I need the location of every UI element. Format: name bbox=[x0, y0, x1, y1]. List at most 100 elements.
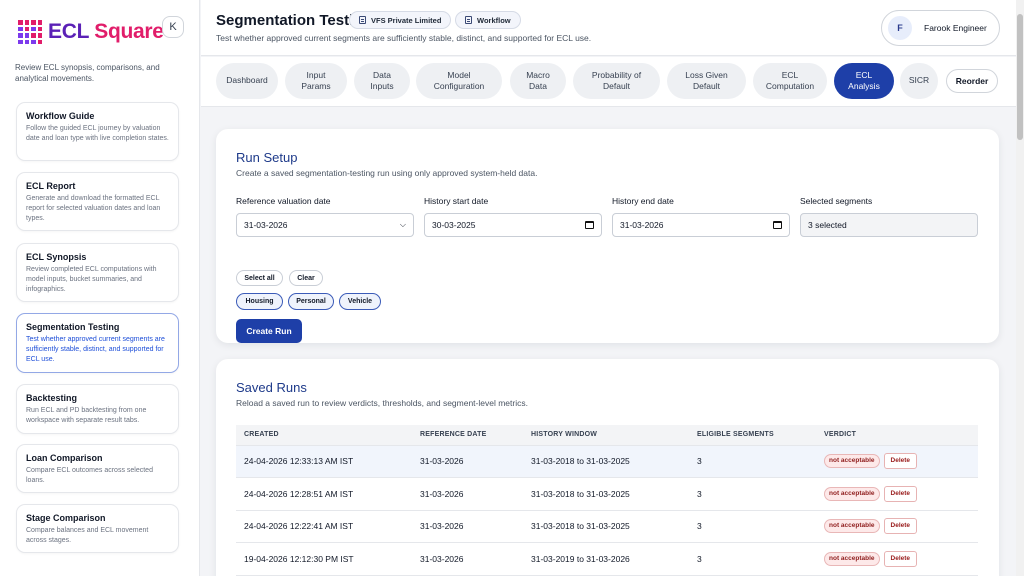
page-subtitle: Test whether approved current segments a… bbox=[216, 33, 592, 43]
run-setup-subtitle: Create a saved segmentation-testing run … bbox=[236, 168, 538, 178]
delete-button[interactable]: Delete bbox=[883, 550, 918, 567]
calendar-icon bbox=[585, 221, 594, 229]
cell-reference-date: 31-03-2026 bbox=[412, 477, 523, 511]
run-setup-title: Run Setup bbox=[236, 150, 298, 165]
tab-input-params[interactable]: Input Params bbox=[285, 63, 347, 99]
tab-data-inputs[interactable]: Data Inputs bbox=[354, 63, 410, 99]
tab-model-configuration[interactable]: Model Configuration bbox=[416, 63, 502, 99]
delete-button[interactable]: Delete bbox=[883, 453, 918, 470]
delete-button[interactable]: Delete bbox=[883, 485, 918, 502]
reorder-button[interactable]: Reorder bbox=[946, 69, 998, 93]
table-header-row: CREATED REFERENCE DATE HISTORY WINDOW EL… bbox=[236, 425, 978, 446]
cell-reference-date: 31-03-2026 bbox=[412, 510, 523, 543]
cell-created: 19-04-2026 12:12:30 PM IST bbox=[236, 542, 412, 576]
cell-eligible-segments: 3 bbox=[689, 477, 816, 511]
tab-sicr[interactable]: SICR bbox=[900, 63, 938, 99]
document-icon bbox=[359, 16, 366, 24]
tab-bar: Dashboard Input Params Data Inputs Model… bbox=[201, 57, 1016, 107]
user-menu[interactable]: F Farook Engineer bbox=[881, 10, 1000, 46]
page-scrollbar[interactable] bbox=[1016, 0, 1024, 576]
tab-ecl-analysis[interactable]: ECL Analysis bbox=[834, 63, 894, 99]
sidebar-collapse-button[interactable]: K bbox=[162, 16, 184, 38]
cell-verdict: not acceptable Delete bbox=[816, 542, 978, 576]
verdict-badge: not acceptable bbox=[824, 454, 880, 469]
tab-ecl-computation[interactable]: ECL Computation bbox=[753, 63, 827, 99]
create-run-button[interactable]: Create Run bbox=[236, 319, 302, 343]
workflow-icon bbox=[465, 16, 472, 24]
table-row[interactable]: 19-04-2026 12:12:30 PM IST 31-03-2026 31… bbox=[236, 542, 978, 576]
page-header: Segmentation Testing VFS Private Limited… bbox=[201, 0, 1016, 56]
segment-tag-housing[interactable]: Housing bbox=[236, 293, 283, 310]
cell-history-window: 31-03-2018 to 31-03-2025 bbox=[523, 510, 689, 543]
workflow-chip-label: Workflow bbox=[477, 15, 511, 25]
sidebar-item-loan-comparison[interactable]: Loan Comparison Compare ECL outcomes acr… bbox=[16, 444, 179, 493]
tab-macro-data[interactable]: Macro Data bbox=[510, 63, 566, 99]
cell-reference-date: 31-03-2026 bbox=[412, 542, 523, 576]
history-start-input[interactable]: 30-03-2025 bbox=[424, 213, 602, 237]
reference-date-label: Reference valuation date bbox=[236, 196, 331, 206]
history-end-input[interactable]: 31-03-2026 bbox=[612, 213, 790, 237]
cell-created: 24-04-2026 12:33:13 AM IST bbox=[236, 445, 412, 478]
saved-runs-card: Saved Runs Reload a saved run to review … bbox=[216, 359, 999, 576]
cell-eligible-segments: 3 bbox=[689, 510, 816, 543]
sidebar-item-backtesting[interactable]: Backtesting Run ECL and PD backtesting f… bbox=[16, 384, 179, 434]
segment-tag-vehicle[interactable]: Vehicle bbox=[339, 293, 381, 310]
segment-tag-personal[interactable]: Personal bbox=[288, 293, 334, 310]
workflow-chip[interactable]: Workflow bbox=[455, 11, 521, 29]
cell-verdict: not acceptable Delete bbox=[816, 477, 978, 511]
sidebar-item-ecl-synopsis[interactable]: ECL Synopsis Review completed ECL comput… bbox=[16, 243, 179, 302]
sidebar-item-segmentation-testing[interactable]: Segmentation Testing Test whether approv… bbox=[16, 313, 179, 373]
calendar-icon bbox=[773, 221, 782, 229]
cell-eligible-segments: 3 bbox=[689, 445, 816, 478]
history-end-label: History end date bbox=[612, 196, 674, 206]
logo-mark-icon bbox=[18, 20, 42, 44]
cell-history-window: 31-03-2018 to 31-03-2025 bbox=[523, 477, 689, 511]
cell-eligible-segments: 3 bbox=[689, 542, 816, 576]
reference-date-select[interactable]: 31-03-2026 ⌵ bbox=[236, 213, 414, 237]
cell-created: 24-04-2026 12:28:51 AM IST bbox=[236, 477, 412, 511]
app-logo[interactable]: ECL Square bbox=[18, 20, 164, 44]
company-chip[interactable]: VFS Private Limited bbox=[349, 11, 452, 29]
sidebar-item-workflow-guide[interactable]: Workflow Guide Follow the guided ECL jou… bbox=[16, 102, 179, 161]
verdict-badge: not acceptable bbox=[824, 551, 880, 566]
cell-reference-date: 31-03-2026 bbox=[412, 445, 523, 478]
table-row[interactable]: 24-04-2026 12:22:41 AM IST 31-03-2026 31… bbox=[236, 510, 978, 543]
scrollbar-thumb[interactable] bbox=[1017, 14, 1023, 140]
table-row[interactable]: 24-04-2026 12:28:51 AM IST 31-03-2026 31… bbox=[236, 477, 978, 511]
cell-created: 24-04-2026 12:22:41 AM IST bbox=[236, 510, 412, 543]
avatar: F bbox=[888, 16, 912, 40]
sidebar-item-desc: Compare ECL outcomes across selected loa… bbox=[26, 467, 153, 484]
history-start-value: 30-03-2025 bbox=[432, 220, 476, 230]
sidebar-item-title: Loan Comparison bbox=[26, 453, 103, 463]
selected-segments-value: 3 selected bbox=[808, 220, 847, 230]
user-name: Farook Engineer bbox=[924, 23, 987, 33]
sidebar-description: Review ECL synopsis, comparisons, and an… bbox=[15, 63, 160, 83]
sidebar-item-ecl-report[interactable]: ECL Report Generate and download the for… bbox=[16, 172, 179, 231]
sidebar-item-title: Segmentation Testing bbox=[26, 322, 120, 332]
sidebar-item-desc: Generate and download the formatted ECL … bbox=[26, 195, 161, 222]
column-header-created: CREATED bbox=[236, 425, 412, 446]
selected-segments-field: 3 selected bbox=[800, 213, 978, 237]
sidebar-item-title: Stage Comparison bbox=[26, 513, 106, 523]
verdict-badge: not acceptable bbox=[824, 486, 880, 501]
main-content: Run Setup Create a saved segmentation-te… bbox=[201, 108, 1016, 576]
tab-loss-given-default[interactable]: Loss Given Default bbox=[667, 63, 746, 99]
column-header-verdict: VERDICT bbox=[816, 425, 978, 446]
clear-button[interactable]: Clear bbox=[289, 270, 323, 286]
sidebar-item-title: ECL Report bbox=[26, 181, 76, 191]
table-row[interactable]: 24-04-2026 12:33:13 AM IST 31-03-2026 31… bbox=[236, 445, 978, 478]
selected-segments-label: Selected segments bbox=[800, 196, 873, 206]
sidebar-item-title: ECL Synopsis bbox=[26, 252, 87, 262]
select-all-button[interactable]: Select all bbox=[236, 270, 283, 286]
delete-button[interactable]: Delete bbox=[883, 518, 918, 535]
tab-dashboard[interactable]: Dashboard bbox=[216, 63, 278, 99]
tab-probability-of-default[interactable]: Probability of Default bbox=[573, 63, 660, 99]
chevron-down-icon: ⌵ bbox=[399, 220, 406, 229]
saved-runs-title: Saved Runs bbox=[236, 380, 307, 395]
sidebar-item-stage-comparison[interactable]: Stage Comparison Compare balances and EC… bbox=[16, 504, 179, 553]
sidebar: ECL Square K Review ECL synopsis, compar… bbox=[0, 0, 200, 576]
sidebar-item-desc: Compare balances and ECL movement across… bbox=[26, 527, 149, 544]
cell-verdict: not acceptable Delete bbox=[816, 510, 978, 543]
sidebar-item-title: Workflow Guide bbox=[26, 111, 95, 121]
cell-history-window: 31-03-2018 to 31-03-2025 bbox=[523, 445, 689, 478]
